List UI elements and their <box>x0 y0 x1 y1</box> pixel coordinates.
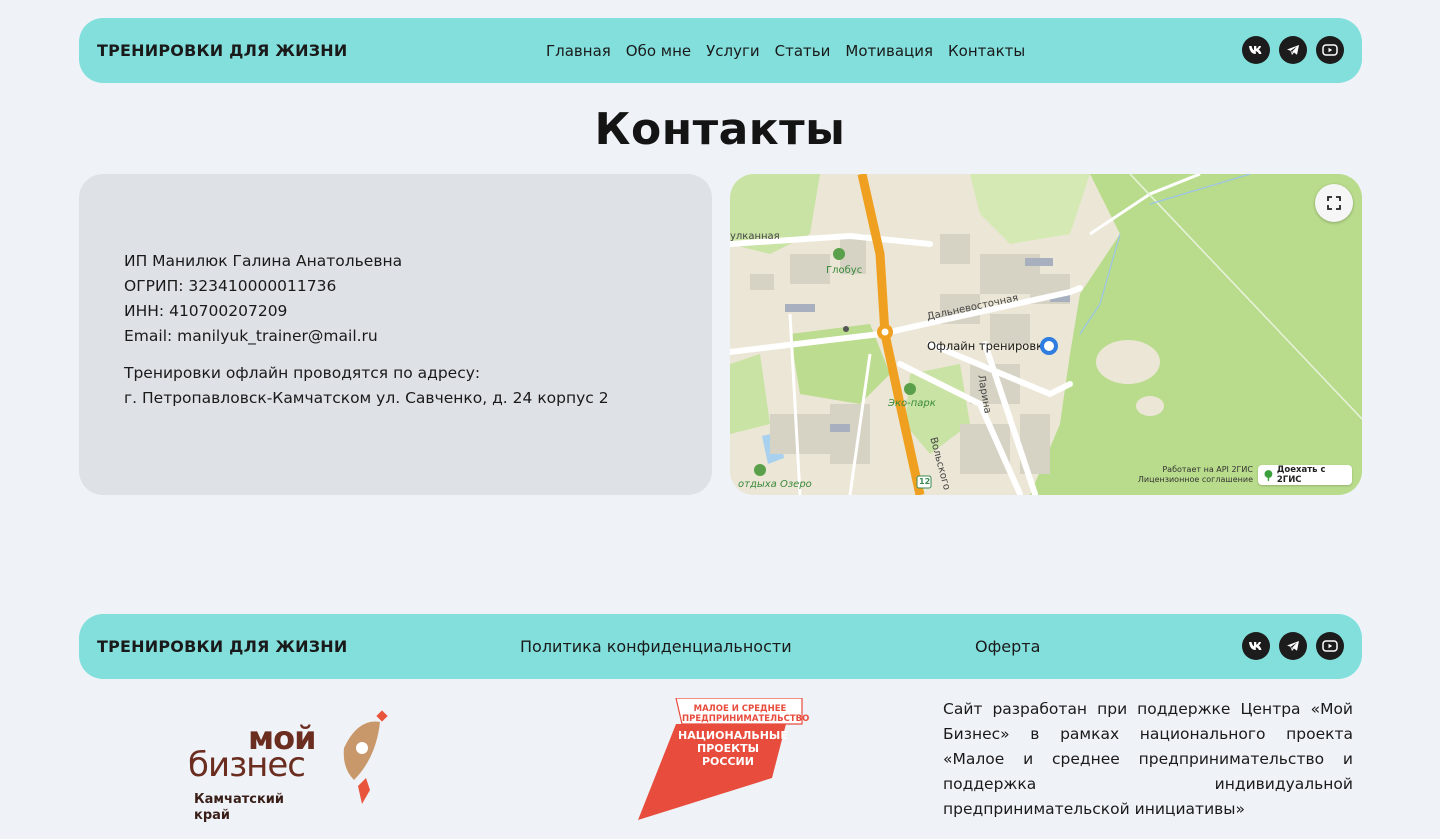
poi-dot-icon <box>843 326 849 332</box>
youtube-icon[interactable] <box>1316 632 1344 660</box>
map-road-number: 12 <box>919 477 931 486</box>
inn-row: ИНН: 410700207209 <box>124 299 402 324</box>
vk-icon[interactable] <box>1242 632 1270 660</box>
site-brand[interactable]: ТРЕНИРОВКИ ДЛЯ ЖИЗНИ <box>97 18 347 83</box>
np-logo-caption: МАЛОЕ И СРЕДНЕЕ ПРЕДПРИНИМАТЕЛЬСТВО <box>682 704 810 724</box>
ogrip-label: ОГРИП: <box>124 277 184 295</box>
nav-item-services[interactable]: Услуги <box>706 42 759 60</box>
telegram-icon[interactable] <box>1279 36 1307 64</box>
training-address: Тренировки офлайн проводятся по адресу: … <box>124 361 609 411</box>
np-logo-line-1: НАЦИОНАЛЬНЫЕ <box>678 729 788 742</box>
map-poi-ecopark: Эко-парк <box>888 398 936 409</box>
email-link[interactable]: manilyuk_trainer@mail.ru <box>177 327 378 345</box>
map-street-1: улканная <box>730 231 780 242</box>
route-2gis-button[interactable]: Доехать с 2ГИС <box>1258 465 1352 485</box>
nav-item-motivation[interactable]: Мотивация <box>845 42 933 60</box>
nav-item-contacts[interactable]: Контакты <box>948 42 1025 60</box>
nav-item-home[interactable]: Главная <box>546 42 611 60</box>
license-link[interactable]: Лицензионное соглашение <box>1135 475 1253 485</box>
legal-details: ИП Манилюк Галина Анатольевна ОГРИП: 323… <box>124 249 402 349</box>
inn-label: ИНН: <box>124 302 165 320</box>
mb-logo-region: Камчатский край <box>194 792 285 823</box>
inn-value: 410700207209 <box>169 302 288 320</box>
contact-info-card: ИП Манилюк Галина Анатольевна ОГРИП: 323… <box>79 174 712 495</box>
clearing-2 <box>1136 396 1164 416</box>
map-widget[interactable]: улканная Глобус Дальневосточная Офлайн т… <box>730 174 1362 495</box>
entrepreneur-name: ИП Манилюк Галина Анатольевна <box>124 252 403 270</box>
header-bar: ТРЕНИРОВКИ ДЛЯ ЖИЗНИ Главная Обо мне Усл… <box>79 18 1362 83</box>
privacy-policy-link[interactable]: Политика конфиденциальности <box>520 614 792 679</box>
fullscreen-button[interactable] <box>1315 184 1353 222</box>
map-location-marker[interactable] <box>1040 337 1058 355</box>
national-projects-logo[interactable]: МАЛОЕ И СРЕДНЕЕ ПРЕДПРИНИМАТЕЛЬСТВО НАЦИ… <box>638 697 810 826</box>
clearing-1 <box>1096 340 1160 384</box>
ogrip-value: 323410000011736 <box>188 277 337 295</box>
page-title: Контакты <box>594 104 846 155</box>
fullscreen-icon <box>1327 196 1341 210</box>
2gis-icon <box>1264 469 1273 481</box>
youtube-icon[interactable] <box>1316 36 1344 64</box>
email-row: Email: manilyuk_trainer@mail.ru <box>124 324 402 349</box>
rocket-icon <box>343 710 388 804</box>
footer-brand[interactable]: ТРЕНИРОВКИ ДЛЯ ЖИЗНИ <box>97 614 347 679</box>
vk-icon[interactable] <box>1242 36 1270 64</box>
map-canvas[interactable] <box>730 174 1362 495</box>
mb-logo-word-2: бизнес <box>188 745 306 785</box>
offer-link[interactable]: Оферта <box>975 614 1040 679</box>
np-logo-line-2: ПРОЕКТЫ <box>696 742 760 755</box>
map-marker-label[interactable]: Офлайн тренировки <box>927 339 1051 353</box>
telegram-icon[interactable] <box>1279 632 1307 660</box>
poi-globus-icon <box>833 248 845 260</box>
poi-lake-icon <box>754 464 766 476</box>
main-nav: Главная Обо мне Услуги Статьи Мотивация … <box>546 18 1025 83</box>
address-title: Тренировки офлайн проводятся по адресу: <box>124 364 481 382</box>
map-attribution: Работает на API 2ГИС Лицензионное соглаш… <box>1135 465 1253 485</box>
np-logo-line-3: РОССИИ <box>702 755 754 768</box>
support-statement: Сайт разработан при поддержке Центра «Мо… <box>943 700 1353 818</box>
poi-ecopark-icon <box>904 383 916 395</box>
ogrip-row: ОГРИП: 323410000011736 <box>124 274 402 299</box>
api-link[interactable]: Работает на API 2ГИС <box>1135 465 1253 475</box>
footer-socials <box>1242 632 1344 660</box>
footer-bar: ТРЕНИРОВКИ ДЛЯ ЖИЗНИ Политика конфиденци… <box>79 614 1362 679</box>
address-value: г. Петропавловск-Камчатском ул. Савченко… <box>124 389 609 407</box>
map-poi-lake: отдыха Озеро <box>738 479 812 490</box>
map-poi-globus: Глобус <box>826 265 863 276</box>
email-label: Email: <box>124 327 173 345</box>
nav-item-about[interactable]: Обо мне <box>626 42 691 60</box>
nav-item-articles[interactable]: Статьи <box>775 42 831 60</box>
route-button-label: Доехать с 2ГИС <box>1276 465 1326 485</box>
header-socials <box>1242 36 1344 64</box>
